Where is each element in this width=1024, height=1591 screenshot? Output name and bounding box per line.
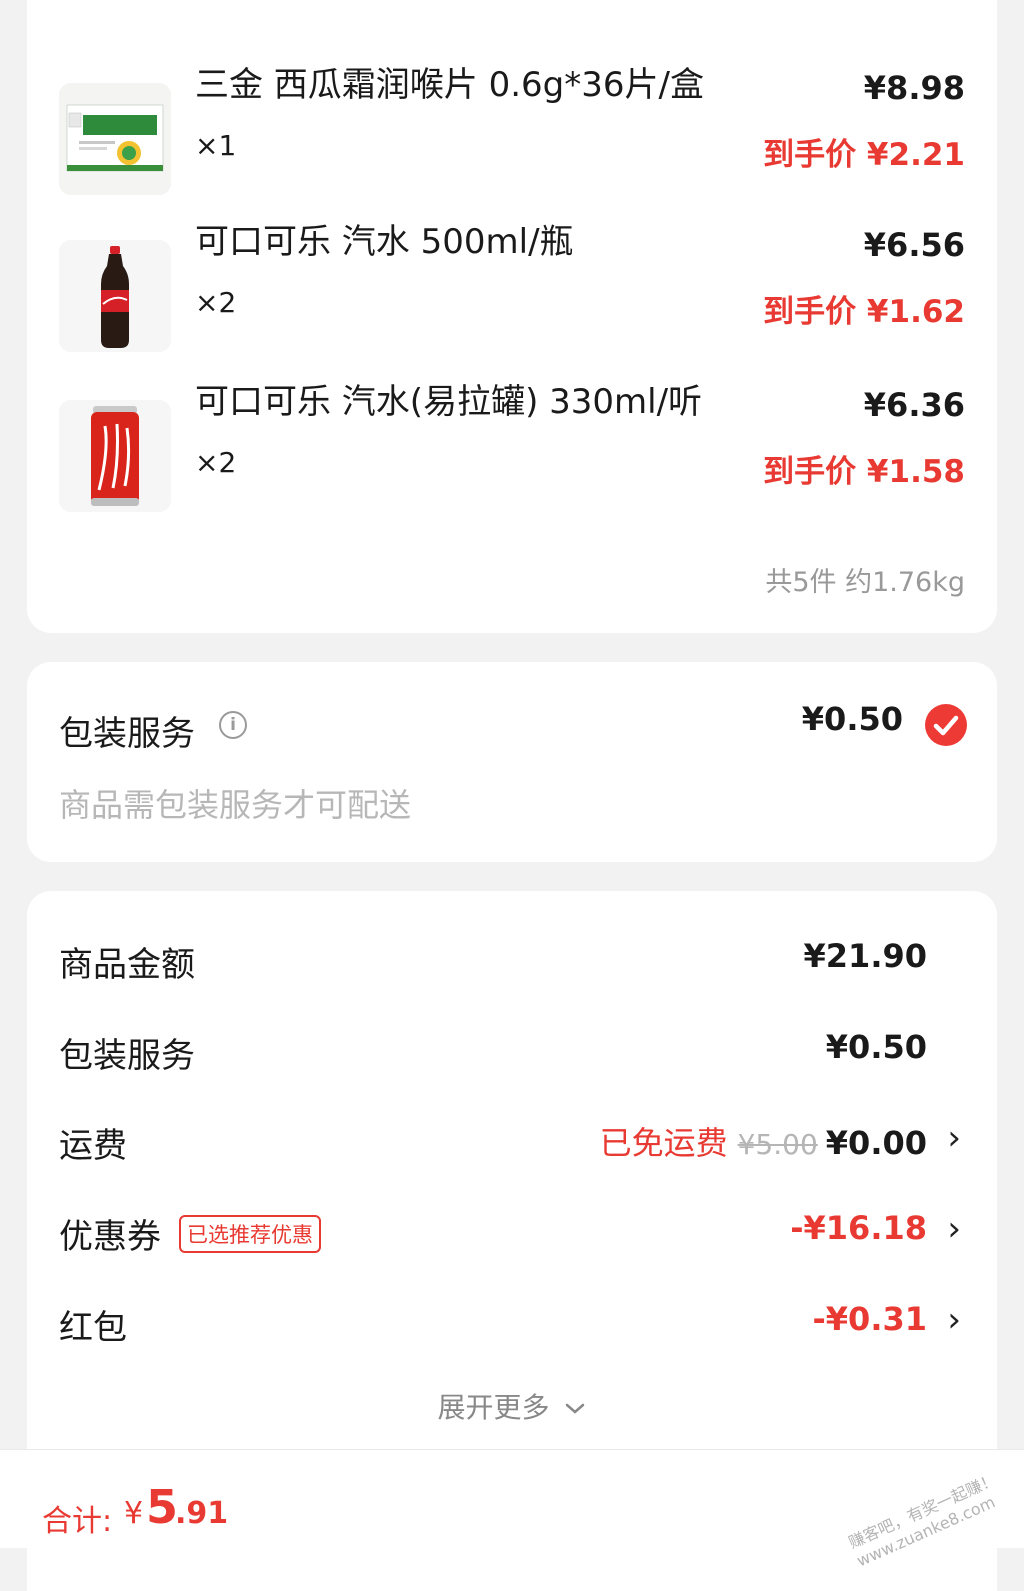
free-shipping-tag: 已免运费 xyxy=(599,1124,728,1162)
total-label: 合计: xyxy=(42,1504,113,1539)
chevron-right-icon[interactable]: › xyxy=(947,1209,961,1249)
order-item[interactable]: 三金 西瓜霜润喉片 0.6g*36片/盒 ×1 ¥8.98 到手价 ¥2.21 xyxy=(27,65,997,203)
packaging-fee-value: ¥0.50 xyxy=(825,1028,927,1066)
order-item[interactable]: 可口可乐 汽水(易拉罐) 330ml/听 ×2 ¥6.36 到手价 ¥1.58 xyxy=(27,382,997,520)
summary-row-coupon[interactable]: 优惠券 已选推荐优惠 -¥16.18 › xyxy=(27,1203,997,1263)
expand-more-button[interactable]: 展开更多 xyxy=(27,1386,997,1426)
total-decimal: .91 xyxy=(175,1496,229,1531)
packaging-service-card: 包装服务 i ¥0.50 商品需包装服务才可配送 xyxy=(27,662,997,862)
summary-row-shipping[interactable]: 运费 已免运费 ¥5.00 ¥0.00 › xyxy=(27,1112,997,1172)
redpacket-label: 红包 xyxy=(59,1308,127,1348)
total-currency: ¥ xyxy=(124,1496,144,1531)
product-price: ¥6.56 xyxy=(863,226,965,264)
info-icon[interactable]: i xyxy=(219,711,247,739)
order-item[interactable]: 可口可乐 汽水 500ml/瓶 ×2 ¥6.56 到手价 ¥1.62 xyxy=(27,222,997,360)
coupon-value: -¥16.18 xyxy=(790,1209,927,1247)
shipping-original-price: ¥5.00 xyxy=(737,1128,818,1161)
items-count-weight: 共5件 约1.76kg xyxy=(765,567,965,598)
goods-amount-value: ¥21.90 xyxy=(803,937,927,975)
summary-row-redpacket[interactable]: 红包 -¥0.31 › xyxy=(27,1294,997,1354)
coupon-label: 优惠券 xyxy=(59,1217,161,1257)
shipping-label: 运费 xyxy=(59,1126,127,1166)
summary-row-goods: 商品金额 ¥21.90 xyxy=(27,931,997,991)
product-quantity: ×2 xyxy=(195,286,237,319)
order-items-card: 三金 西瓜霜润喉片 0.6g*36片/盒 ×1 ¥8.98 到手价 ¥2.21 … xyxy=(27,0,997,633)
product-image xyxy=(59,400,171,512)
shipping-value-group: 已免运费 ¥5.00 ¥0.00 xyxy=(600,1118,927,1164)
checkout-bar: 合计: ¥ 5 .91 赚客吧，有奖一起赚！ www.zuanke8.com xyxy=(0,1449,1024,1570)
product-price: ¥8.98 xyxy=(863,69,965,107)
packaging-description: 商品需包装服务才可配送 xyxy=(59,786,412,824)
product-name: 三金 西瓜霜润喉片 0.6g*36片/盒 xyxy=(195,65,704,105)
chevron-right-icon[interactable]: › xyxy=(947,1300,961,1340)
product-name: 可口可乐 汽水(易拉罐) 330ml/听 xyxy=(195,382,703,422)
expand-more-label: 展开更多 xyxy=(437,1391,550,1424)
goods-amount-label: 商品金额 xyxy=(59,945,195,985)
coupon-badge: 已选推荐优惠 xyxy=(179,1215,321,1253)
redpacket-value: -¥0.31 xyxy=(812,1300,928,1338)
packaging-fee-label: 包装服务 xyxy=(59,1036,195,1076)
chevron-down-icon xyxy=(566,1403,585,1414)
product-name: 可口可乐 汽水 500ml/瓶 xyxy=(195,222,574,262)
total-integer: 5 xyxy=(146,1480,179,1534)
product-quantity: ×2 xyxy=(195,446,237,479)
product-price: ¥6.36 xyxy=(863,386,965,424)
product-image xyxy=(59,83,171,195)
product-quantity: ×1 xyxy=(195,129,237,162)
packaging-price: ¥0.50 xyxy=(801,700,903,738)
product-image xyxy=(59,240,171,352)
chevron-right-icon[interactable]: › xyxy=(947,1118,961,1158)
product-final-price: 到手价 ¥1.62 xyxy=(763,294,965,330)
product-final-price: 到手价 ¥2.21 xyxy=(763,137,965,173)
shipping-value: ¥0.00 xyxy=(825,1124,927,1162)
summary-row-packaging: 包装服务 ¥0.50 xyxy=(27,1022,997,1082)
check-icon[interactable] xyxy=(925,704,967,746)
product-final-price: 到手价 ¥1.58 xyxy=(763,454,965,490)
packaging-title: 包装服务 xyxy=(59,714,195,754)
